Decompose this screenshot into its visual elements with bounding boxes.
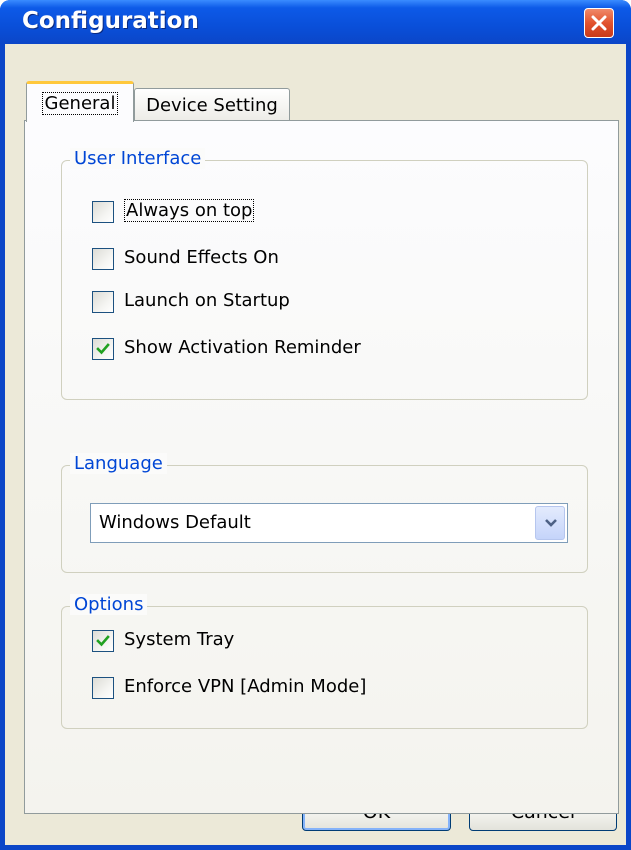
window-title: Configuration [22,8,199,34]
user-interface-group: User Interface Always on top Sound Effec… [61,148,588,400]
checkbox-box[interactable] [92,338,114,360]
system-tray-checkbox[interactable]: System Tray [92,629,392,654]
language-legend: Language [70,453,167,474]
checkmark-icon [96,343,110,355]
checkbox-box[interactable] [92,201,114,223]
show-activation-reminder-checkbox[interactable]: Show Activation Reminder [92,337,432,362]
tab-device-setting[interactable]: Device Setting [134,88,290,122]
title-bar[interactable]: Configuration [0,0,631,44]
checkbox-box[interactable] [92,291,114,313]
checkbox-box[interactable] [92,630,114,652]
language-dropdown-button[interactable] [535,506,565,540]
checkmark-icon [96,635,110,647]
always-on-top-label: Always on top [124,199,255,222]
options-group: Options System Tray Enforce VPN [Admin M… [61,594,588,729]
close-icon [591,15,607,31]
tab-device-setting-label: Device Setting [146,95,278,116]
close-button[interactable] [584,8,614,38]
options-legend: Options [70,594,148,615]
enforce-vpn-label: Enforce VPN [Admin Mode] [124,676,367,697]
tab-general-label: General [41,92,119,115]
dialog-body: General Device Setting User Interface Al… [5,44,626,845]
checkbox-box[interactable] [92,248,114,270]
configuration-window: Configuration General Device Setting Use… [0,0,631,850]
language-dropdown[interactable]: Windows Default [90,503,568,543]
enforce-vpn-checkbox[interactable]: Enforce VPN [Admin Mode] [92,676,432,701]
system-tray-label: System Tray [124,629,235,650]
general-tab-panel: User Interface Always on top Sound Effec… [24,120,619,814]
chevron-down-icon [545,519,557,527]
checkbox-box[interactable] [92,677,114,699]
always-on-top-checkbox[interactable]: Always on top [92,199,392,225]
show-activation-reminder-label: Show Activation Reminder [124,337,361,358]
user-interface-legend: User Interface [70,148,206,169]
tab-general[interactable]: General [26,81,134,122]
sound-effects-label: Sound Effects On [124,247,279,268]
language-group: Language Windows Default [61,453,588,573]
sound-effects-checkbox[interactable]: Sound Effects On [92,247,392,272]
language-selected-value: Windows Default [99,512,251,533]
launch-on-startup-label: Launch on Startup [124,290,290,311]
launch-on-startup-checkbox[interactable]: Launch on Startup [92,290,392,315]
